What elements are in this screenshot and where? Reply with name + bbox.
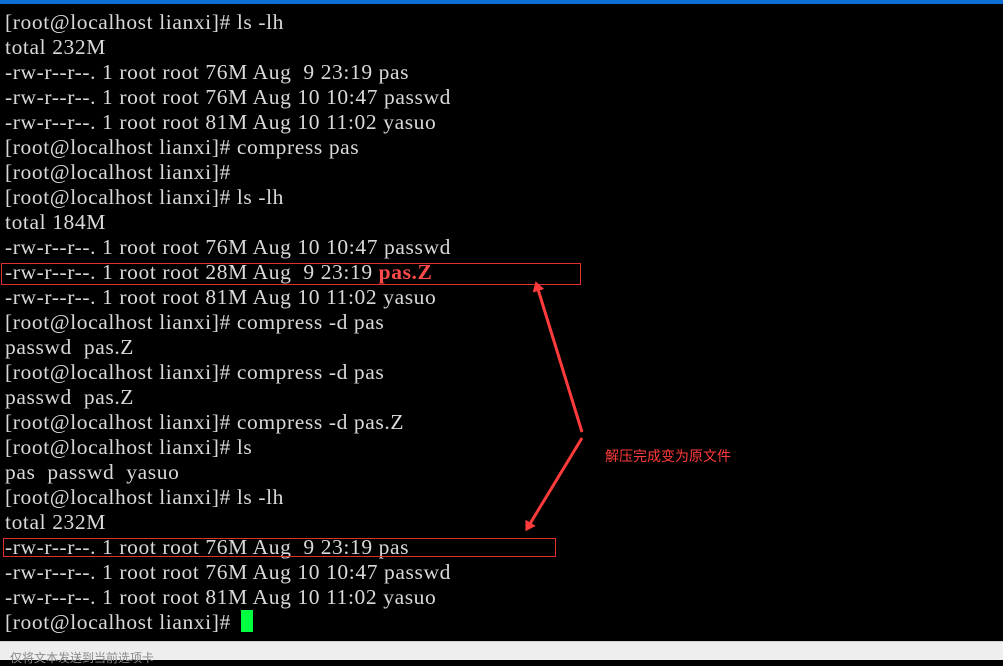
status-bar: 仅将文本发送到当前选项卡 [0,641,1003,665]
arrow-to-compressed-icon [532,281,584,433]
annotation-note: 解压完成变为原文件 [605,449,731,465]
status-bar-text: 仅将文本发送到当前选项卡 [10,651,155,665]
annotation-arrows [525,281,584,532]
arrow-to-restored-icon [525,437,584,532]
